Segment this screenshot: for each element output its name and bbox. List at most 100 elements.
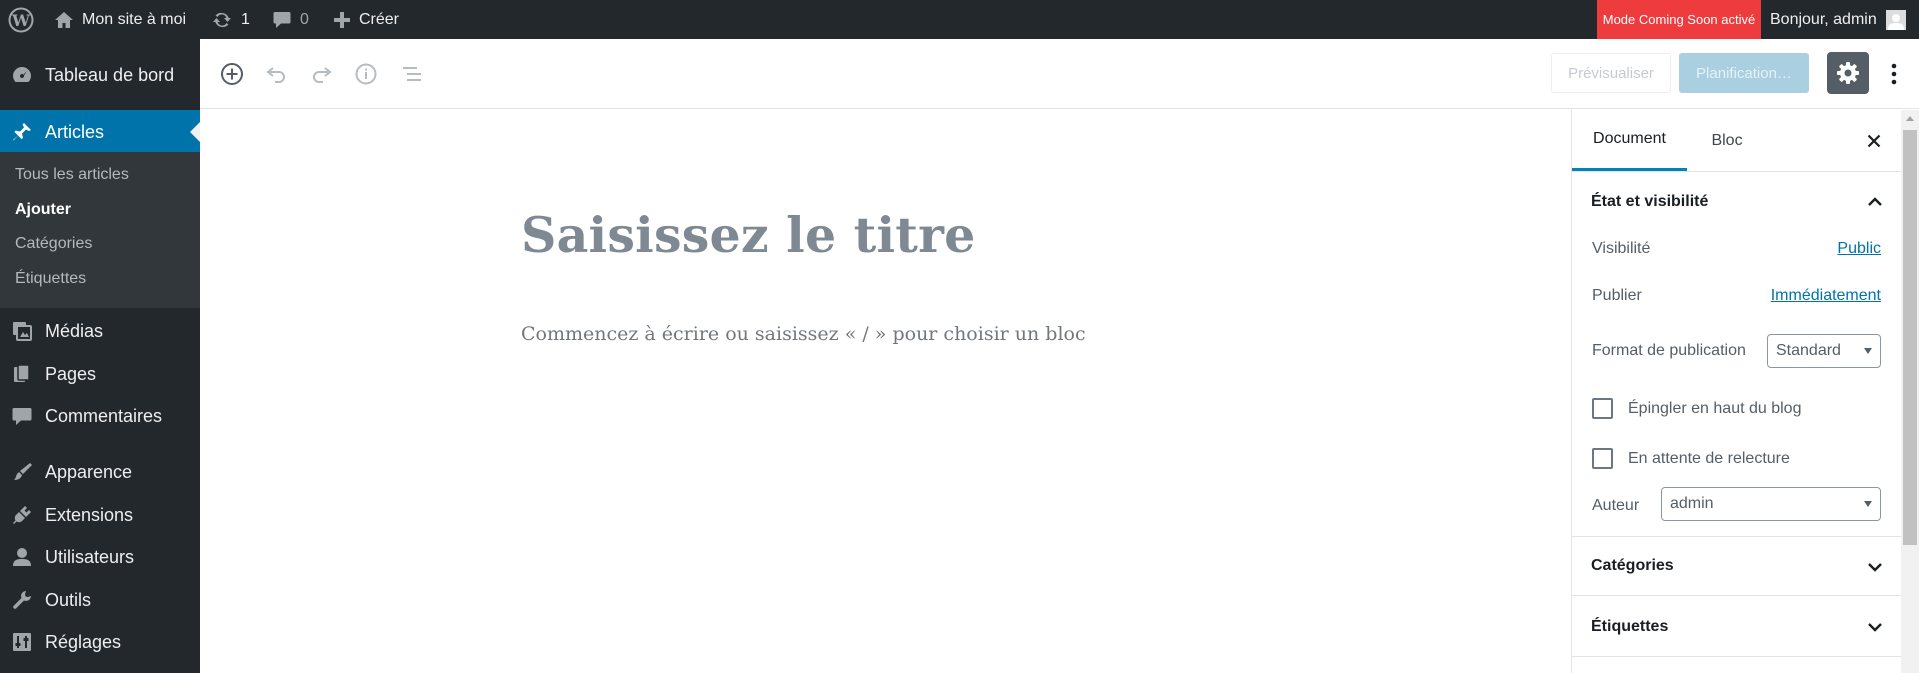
paintbrush-icon [0,452,44,492]
account-menu[interactable]: Bonjour, admin [1770,0,1906,39]
preview-button[interactable]: Prévisualiser [1551,53,1671,93]
sticky-checkbox[interactable] [1592,398,1613,419]
site-name-link[interactable]: Mon site à moi [54,0,186,39]
visibility-label: Visibilité [1592,240,1651,257]
editor-canvas: Saisissez le titre Commencez à écrire ou… [200,110,1571,673]
submenu-categories[interactable]: Catégories [15,235,92,253]
status-visibility-panel-toggle[interactable]: État et visibilité [1572,172,1902,232]
author-value: admin [1670,495,1714,512]
chevron-up-icon [1868,197,1882,206]
articles-submenu: Tous les articles Ajouter Catégories Éti… [0,152,200,308]
home-icon [55,11,73,28]
block-navigation-button[interactable] [397,59,427,89]
author-label: Auteur [1592,497,1640,514]
sticky-label: Épingler en haut du blog [1628,400,1802,417]
site-name-label: Mon site à moi [82,10,187,28]
add-block-button[interactable] [217,59,247,89]
menu-item-users[interactable]: Utilisateurs [0,537,200,577]
settings-sidebar: Document Bloc État et visibilité Visibil… [1571,110,1902,673]
user-icon [0,537,44,577]
chevron-down-icon [1864,501,1872,507]
more-tools-button[interactable] [1881,56,1907,92]
menu-label-articles: Articles [45,121,105,142]
default-block-appender[interactable]: Commencez à écrire ou saisissez « / » po… [521,323,1086,345]
undo-button[interactable] [262,59,292,89]
media-icon [0,311,44,351]
menu-item-articles[interactable]: Articles [0,110,200,154]
list-icon [403,67,421,81]
more-vertical-icon [1891,63,1897,85]
publish-date-link[interactable]: Immédiatement [1771,287,1881,305]
updates-count: 1 [241,10,250,28]
user-silhouette-icon [1887,13,1904,30]
updates-icon [213,12,231,27]
comment-icon [273,11,291,28]
wrench-icon [0,580,44,620]
undo-icon [266,67,285,83]
menu-item-appearance[interactable]: Apparence [0,452,200,492]
menu-item-settings[interactable]: Réglages [0,622,200,662]
sidebar-scrollbar[interactable] [1901,110,1919,673]
coming-soon-notice[interactable]: Mode Coming Soon activé [1597,0,1761,39]
chevron-down-icon [1864,348,1872,354]
categories-panel-toggle[interactable]: Catégories [1572,536,1902,596]
menu-item-pages[interactable]: Pages [0,354,200,394]
info-icon [355,63,377,85]
post-title-input[interactable]: Saisissez le titre [521,206,976,264]
plus-circle-icon [221,63,243,85]
tab-document[interactable]: Document [1572,110,1687,171]
tags-title: Étiquettes [1591,617,1669,635]
comments-link[interactable]: 0 [272,0,309,39]
admin-menu: Tableau de bord Articles Tous les articl… [0,39,200,673]
post-format-label: Format de publication [1592,342,1746,359]
categories-title: Catégories [1591,557,1674,574]
schedule-button[interactable]: Planification… [1679,53,1809,93]
menu-item-dashboard[interactable]: Tableau de bord [0,55,200,95]
pushpin-icon [0,112,44,152]
post-format-select[interactable]: Standard [1767,334,1881,368]
plus-icon [334,11,350,28]
content-info-button[interactable] [351,59,381,89]
tab-block[interactable]: Bloc [1687,110,1767,171]
updates-link[interactable]: 1 [211,0,250,39]
plugin-icon [0,495,44,535]
tags-panel-toggle[interactable]: Étiquettes [1572,597,1902,657]
greeting-label: Bonjour, admin [1770,10,1877,28]
close-icon [1867,134,1881,148]
post-format-value: Standard [1776,342,1841,359]
menu-item-plugins[interactable]: Extensions [0,495,200,535]
new-content-label: Créer [359,10,400,28]
pending-review-label: En attente de relecture [1628,450,1790,467]
pages-icon [0,354,44,394]
pending-review-checkbox[interactable] [1592,448,1613,469]
current-menu-arrow [190,122,200,142]
dashboard-icon [0,55,44,95]
submenu-all-articles[interactable]: Tous les articles [15,166,129,184]
menu-label-tools: Outils [45,589,92,610]
menu-label-settings: Réglages [45,631,122,652]
publish-label: Publier [1592,287,1642,304]
menu-label-appearance: Apparence [45,461,133,482]
menu-item-comments[interactable]: Commentaires [0,396,200,436]
submenu-tags[interactable]: Étiquettes [15,270,86,288]
submenu-add-new[interactable]: Ajouter [15,201,71,219]
redo-icon [313,67,332,83]
menu-item-media[interactable]: Médias [0,311,200,351]
admin-bar: W Mon site à moi 1 0 Créer Mode Coming S… [0,0,1919,39]
menu-label-comments: Commentaires [45,405,163,426]
wordpress-logo-icon[interactable]: W [8,0,34,39]
chevron-down-icon [1868,563,1882,572]
menu-item-tools[interactable]: Outils [0,580,200,620]
scrollbar-thumb[interactable] [1903,130,1917,545]
menu-label-users: Utilisateurs [45,546,135,567]
new-content-link[interactable]: Créer [333,0,399,39]
menu-label-media: Médias [45,320,104,341]
settings-toggle-button[interactable] [1827,52,1869,94]
visibility-toggle-link[interactable]: Public [1837,240,1881,258]
gear-icon [1837,62,1859,84]
author-select[interactable]: admin [1661,487,1881,521]
menu-label-plugins: Extensions [45,504,134,525]
redo-button[interactable] [306,59,336,89]
scroll-up-arrow-icon[interactable] [1906,116,1914,121]
close-sidebar-button[interactable] [1862,129,1886,153]
